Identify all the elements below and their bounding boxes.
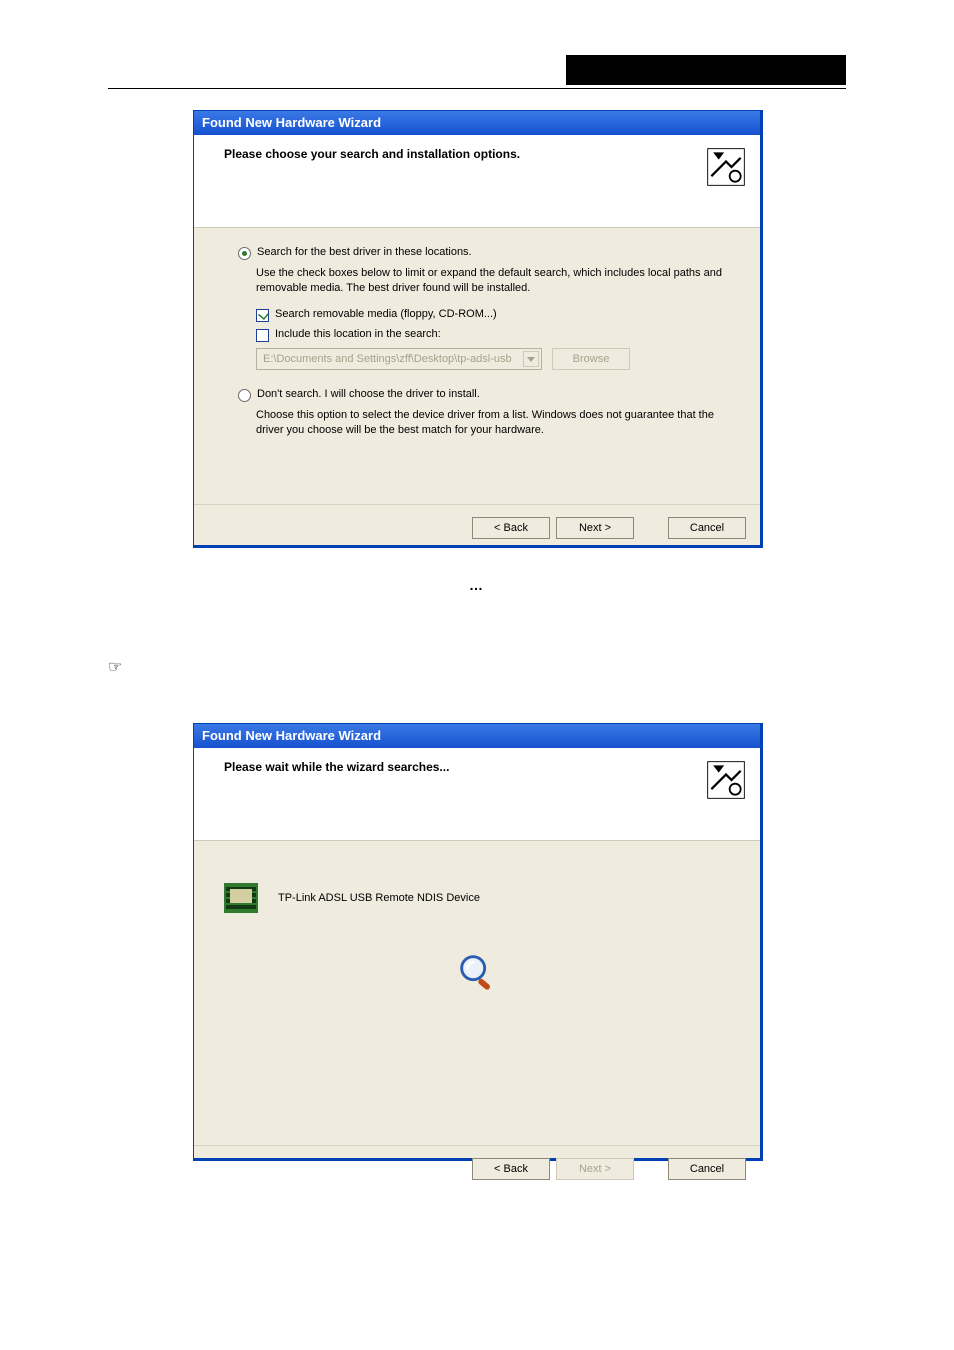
window-title: Found New Hardware Wizard (194, 111, 760, 135)
radio-manual-help: Choose this option to select the device … (256, 408, 732, 438)
wizard-search-options: Found New Hardware Wizard Please choose … (193, 110, 763, 548)
radio-search-help: Use the check boxes below to limit or ex… (256, 266, 732, 296)
back-button[interactable]: < Back (472, 517, 550, 539)
window-title: Found New Hardware Wizard (194, 724, 760, 748)
cancel-button[interactable]: Cancel (668, 517, 746, 539)
checkbox-removable-label: Search removable media (floppy, CD-ROM..… (275, 308, 497, 320)
path-combobox: E:\Documents and Settings\zff\Desktop\tp… (256, 348, 542, 370)
checkbox-include-label: Include this location in the search: (275, 328, 441, 340)
radio-manual-label: Don't search. I will choose the driver t… (257, 388, 480, 400)
cancel-button[interactable]: Cancel (668, 1158, 746, 1180)
browse-button: Browse (552, 348, 630, 370)
wizard-searching: Found New Hardware Wizard Please wait wh… (193, 723, 763, 1161)
wizard-heading: Please wait while the wizard searches... (224, 760, 744, 774)
checkbox-icon-unchecked (256, 329, 269, 342)
chevron-down-icon (523, 351, 539, 367)
checkbox-removable-media[interactable]: Search removable media (floppy, CD-ROM..… (256, 308, 742, 322)
wizard-footer: < Back Next > Cancel (194, 1145, 760, 1194)
wizard-header: Please wait while the wizard searches... (194, 748, 760, 841)
wizard-icon (704, 758, 748, 802)
wizard-footer: < Back Next > Cancel (194, 504, 760, 553)
ellipsis: … (0, 577, 954, 593)
wizard-body: TP-Link ADSL USB Remote NDIS Device (194, 841, 760, 1145)
device-name: TP-Link ADSL USB Remote NDIS Device (278, 892, 480, 904)
path-row: E:\Documents and Settings\zff\Desktop\tp… (256, 348, 742, 370)
radio-search-locations[interactable]: Search for the best driver in these loca… (238, 246, 742, 260)
wizard-icon (704, 145, 748, 189)
radio-manual-install[interactable]: Don't search. I will choose the driver t… (238, 388, 742, 402)
header-banner (566, 55, 846, 85)
pointer-icon: ☞ (108, 657, 122, 677)
next-button: Next > (556, 1158, 634, 1180)
device-row: TP-Link ADSL USB Remote NDIS Device (224, 883, 730, 913)
magnifier-icon (454, 949, 500, 995)
next-button[interactable]: Next > (556, 517, 634, 539)
radio-icon-selected (238, 247, 251, 260)
checkbox-include-location[interactable]: Include this location in the search: (256, 328, 742, 342)
radio-search-label: Search for the best driver in these loca… (257, 246, 472, 258)
wizard-header: Please choose your search and installati… (194, 135, 760, 228)
checkbox-icon-checked (256, 309, 269, 322)
path-value: E:\Documents and Settings\zff\Desktop\tp… (263, 353, 512, 365)
device-icon (224, 883, 258, 913)
header-rule (108, 88, 846, 89)
radio-icon-unselected (238, 389, 251, 402)
back-button[interactable]: < Back (472, 1158, 550, 1180)
wizard-body: Search for the best driver in these loca… (194, 228, 760, 504)
wizard-heading: Please choose your search and installati… (224, 147, 744, 161)
